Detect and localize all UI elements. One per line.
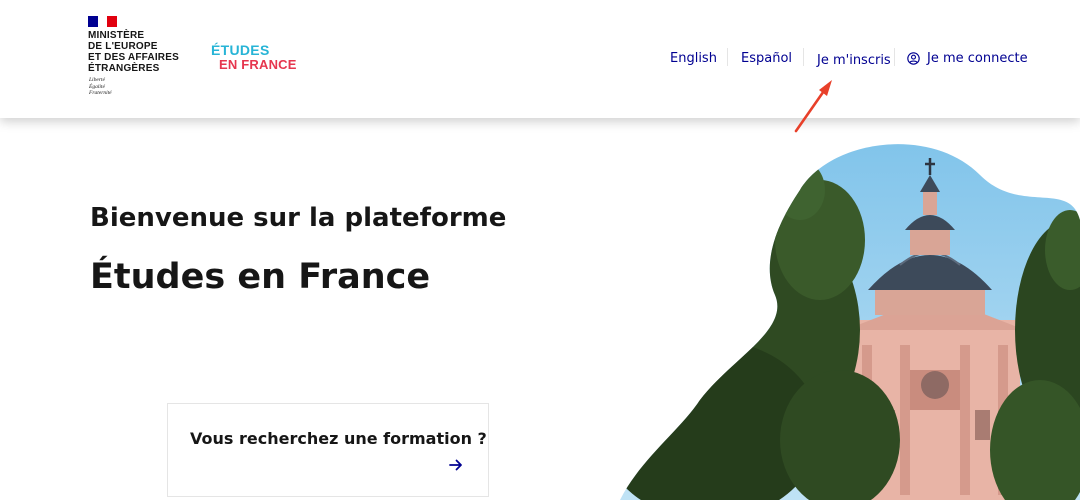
hero-photo	[620, 144, 1080, 500]
login-label: Je me connecte	[927, 50, 1028, 66]
page-title: Études en France	[90, 257, 431, 297]
ministry-line: DE L'EUROPE	[88, 41, 158, 52]
user-circle-icon	[907, 51, 920, 65]
search-formation-card[interactable]: Vous recherchez une formation ?	[167, 403, 489, 497]
card-title: Vous recherchez une formation ?	[190, 429, 487, 448]
etudes-en-france-logo-line2[interactable]: EN FRANCE	[219, 57, 297, 72]
republic-motto: Liberté Égalité Fraternité	[89, 77, 112, 97]
ministry-logo[interactable]: MINISTÈRE DE L'EUROPE ET DES AFFAIRES ÉT…	[88, 30, 179, 74]
site-header: MINISTÈRE DE L'EUROPE ET DES AFFAIRES ÉT…	[0, 0, 1080, 118]
login-link[interactable]: Je me connecte	[907, 49, 1028, 67]
french-flag-icon	[88, 16, 118, 27]
motto-fraternite: Fraternité	[89, 90, 112, 96]
nav-divider	[803, 48, 804, 66]
language-espanol-link[interactable]: Español	[741, 49, 792, 67]
etudes-en-france-logo-line1[interactable]: ÉTUDES	[211, 42, 270, 58]
nav-divider	[894, 48, 895, 66]
ministry-line: ET DES AFFAIRES	[88, 52, 179, 63]
nav-divider	[727, 48, 728, 66]
welcome-text: Bienvenue sur la plateforme	[90, 203, 507, 233]
register-link[interactable]: Je m'inscris	[817, 51, 891, 69]
ministry-line: ÉTRANGÈRES	[88, 63, 160, 74]
arrow-right-icon	[449, 459, 462, 471]
ministry-line: MINISTÈRE	[88, 30, 145, 41]
annotation-arrow-icon	[794, 80, 832, 133]
language-english-link[interactable]: English	[670, 49, 717, 67]
